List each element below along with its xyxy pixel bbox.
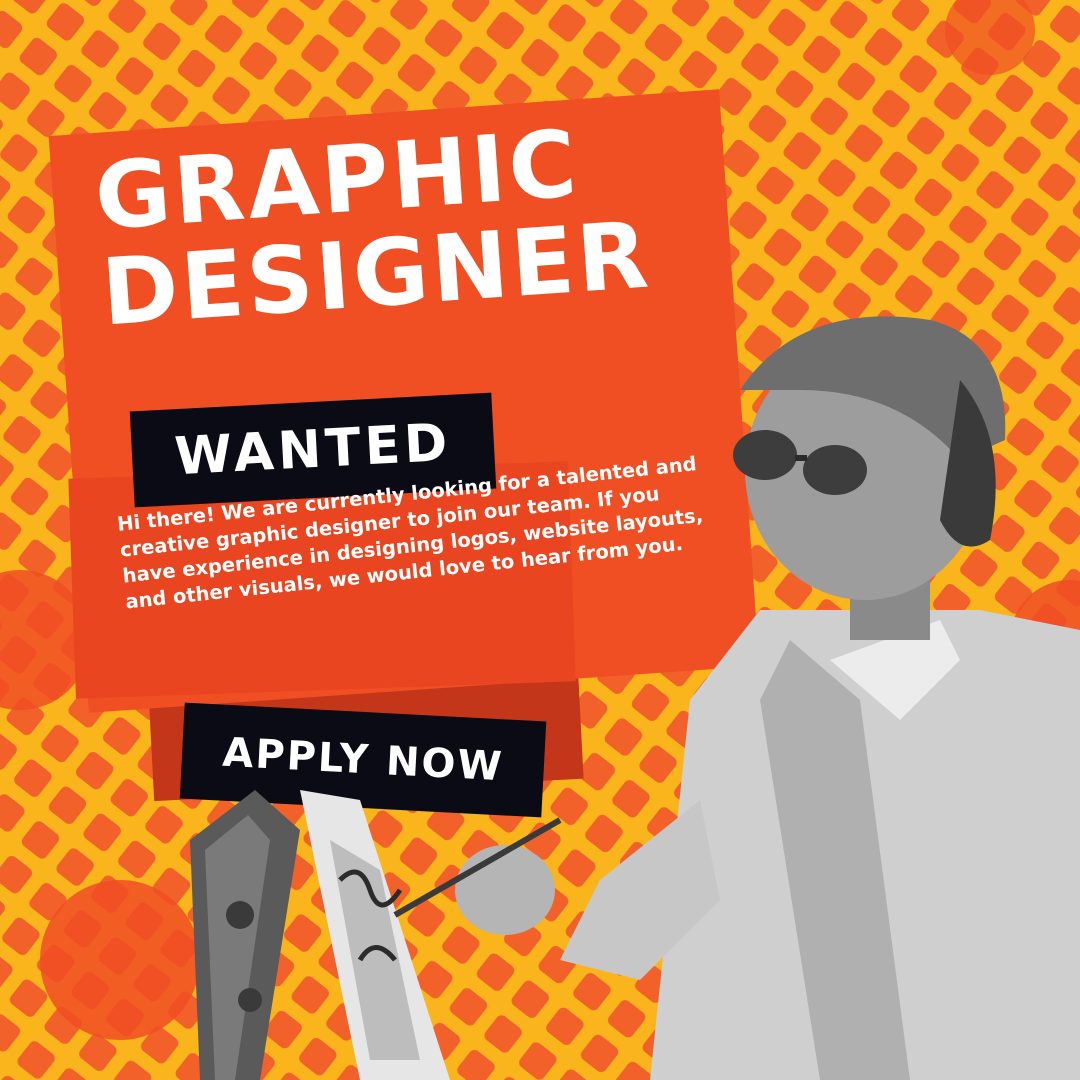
job-poster: GRAPHIC DESIGNER WANTED Hi there! We are…	[0, 0, 1080, 1080]
easel-with-canvas	[190, 790, 450, 1080]
painter-woman-photo	[190, 316, 1080, 1080]
woman-figure	[393, 316, 1080, 1080]
